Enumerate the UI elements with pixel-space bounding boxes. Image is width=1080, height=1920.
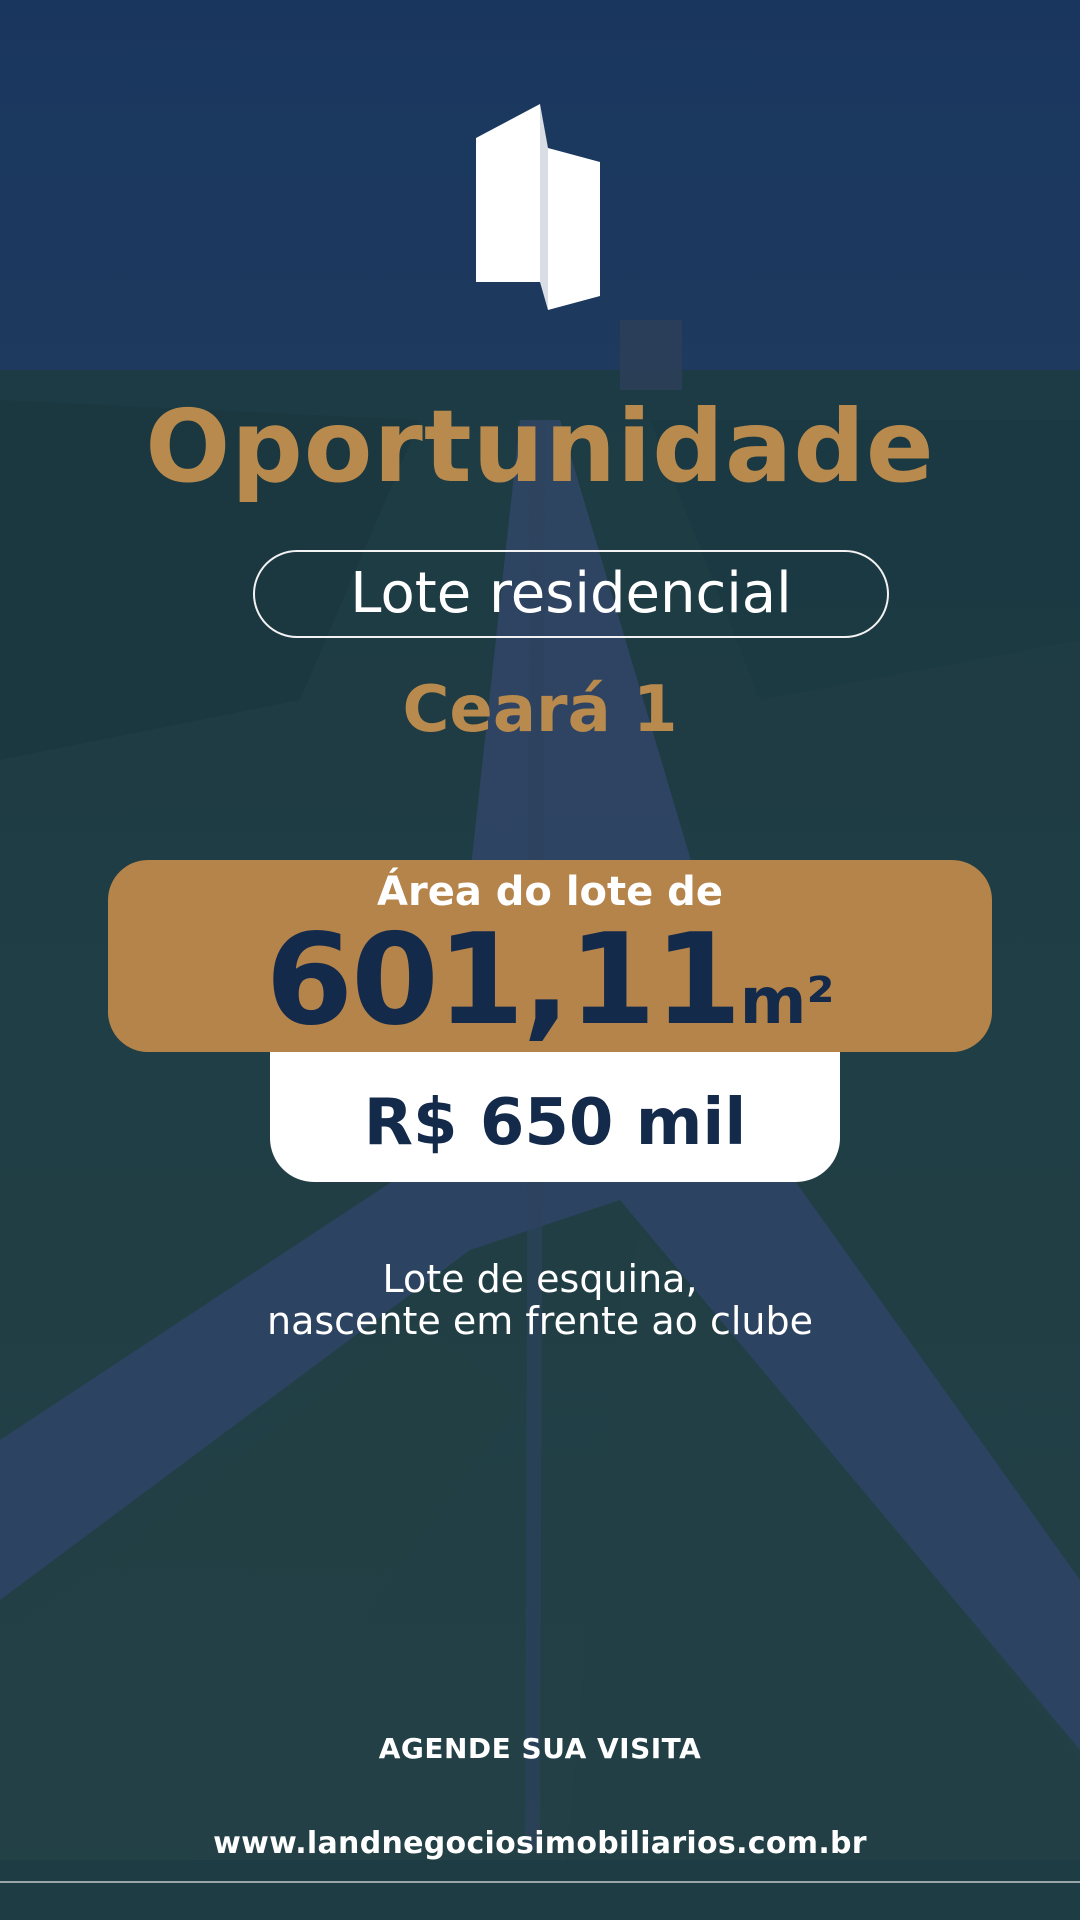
- feature-description: Lote de esquina, nascente em frente ao c…: [0, 1258, 1080, 1342]
- schedule-visit-cta: AGENDE SUA VISITA: [378, 1732, 702, 1765]
- building-logo-icon: [476, 104, 600, 310]
- location-title: Ceará 1: [402, 673, 678, 747]
- area-banner: Área do lote de 601,11m²: [108, 860, 992, 1052]
- feature-line-2: nascente em frente ao clube: [267, 1299, 813, 1343]
- area-unit: m²: [739, 965, 835, 1039]
- real-estate-poster: Oportunidade Lote residencial Ceará 1 R$…: [0, 0, 1080, 1920]
- website-link[interactable]: www.landnegociosimobiliarios.com.br: [0, 1826, 1080, 1861]
- headline: Oportunidade: [145, 388, 935, 505]
- footer-divider: [0, 1881, 1080, 1883]
- feature-line-1: Lote de esquina,: [382, 1257, 698, 1301]
- property-type-label: Lote residencial: [350, 561, 792, 626]
- price-value: R$ 650 mil: [363, 1086, 747, 1160]
- area-measure: 601,11m²: [108, 910, 992, 1072]
- area-value: 601,11: [265, 906, 742, 1053]
- property-type-pill: Lote residencial: [253, 550, 889, 638]
